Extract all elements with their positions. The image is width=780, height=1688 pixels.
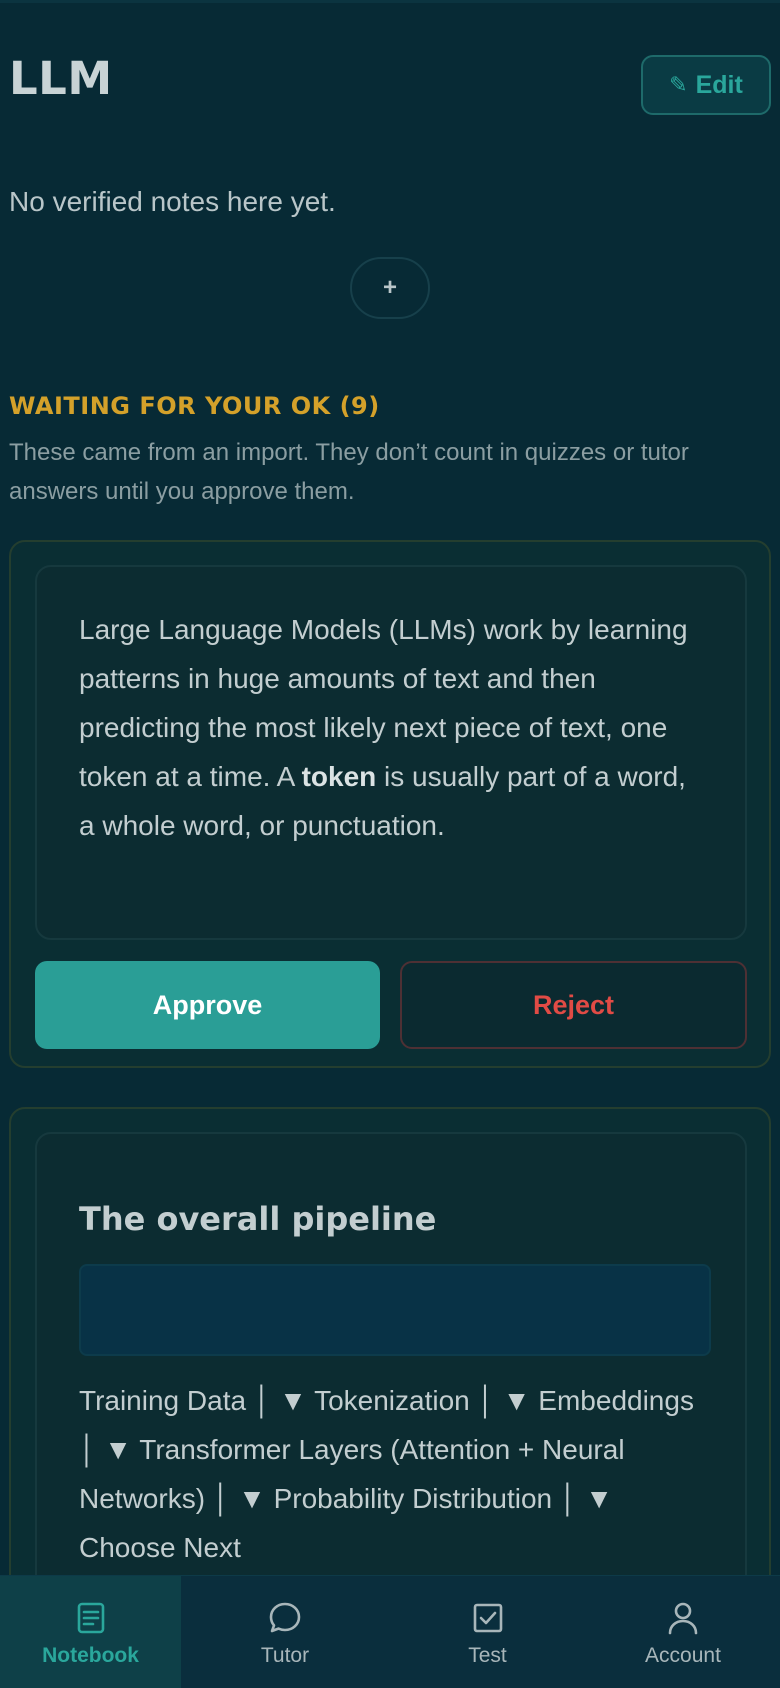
edit-button-label: Edit [695, 70, 743, 99]
empty-verified-notes-text: No verified notes here yet. [9, 186, 336, 217]
bold-term: token [301, 761, 377, 792]
note-text: Training Data │ ▼ Tokenization │ ▼ Embed… [79, 1385, 694, 1563]
pending-note-card: Large Language Models (LLMs) work by lea… [9, 540, 771, 1068]
person-icon [668, 1602, 698, 1634]
approve-button[interactable]: Approve [35, 961, 380, 1049]
nav-item-notebook[interactable]: Notebook [0, 1576, 181, 1688]
reject-button[interactable]: Reject [400, 961, 747, 1049]
nav-item-account[interactable]: Account [586, 1576, 780, 1688]
add-note-button[interactable]: + [350, 257, 430, 319]
nav-item-tutor[interactable]: Tutor [181, 1576, 389, 1688]
edit-button[interactable]: ✎ Edit [641, 55, 771, 115]
nav-label: Account [645, 1643, 721, 1667]
code-block [79, 1264, 711, 1356]
nav-label: Notebook [42, 1643, 139, 1667]
notebook-page: LLM ✎ Edit No verified notes here yet. +… [0, 0, 780, 1688]
nav-label: Tutor [260, 1643, 310, 1667]
status-strip [0, 0, 780, 3]
chat-bubble-icon [269, 1602, 301, 1632]
notebook-icon [77, 1602, 104, 1633]
page-title: LLM [9, 52, 113, 105]
waiting-description: These came from an import. They don’t co… [9, 439, 689, 505]
bottom-nav: Notebook Tutor Test Account [0, 1575, 780, 1688]
note-content: Large Language Models (LLMs) work by lea… [35, 565, 747, 940]
note-heading: The overall pipeline [79, 1200, 437, 1238]
waiting-heading: WAITING FOR YOUR OK (9) [9, 392, 380, 420]
checkbox-icon [473, 1603, 502, 1632]
note-text: Large Language Models (LLMs) work by lea… [79, 614, 688, 841]
nav-label: Test [468, 1643, 507, 1667]
nav-item-test[interactable]: Test [389, 1576, 586, 1688]
pencil-icon: ✎ [669, 72, 688, 97]
